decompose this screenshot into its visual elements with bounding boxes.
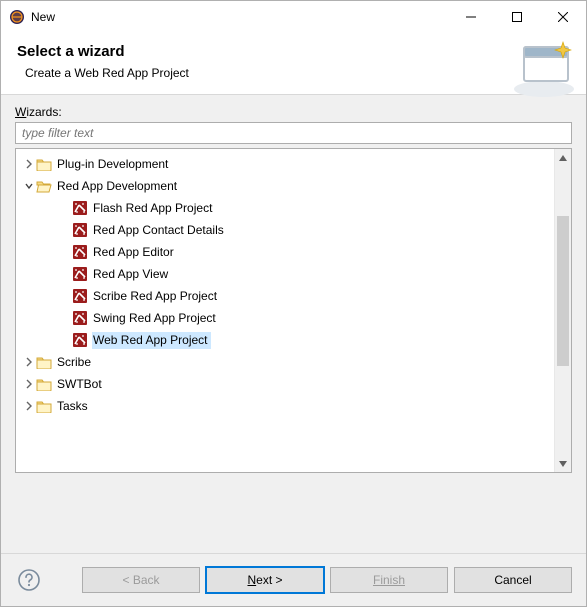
redapp-icon — [72, 288, 88, 304]
tree-item-label: Scribe — [56, 354, 94, 371]
filter-input[interactable] — [15, 122, 572, 144]
window-title: New — [31, 10, 448, 24]
chevron-right-icon[interactable] — [22, 355, 36, 369]
tree-item-label: Red App View — [92, 266, 171, 283]
tree-item-label: Red App Editor — [92, 244, 177, 261]
twisty-none — [58, 333, 72, 347]
titlebar: New — [1, 1, 586, 33]
redapp-icon — [72, 200, 88, 216]
twisty-none — [58, 201, 72, 215]
finish-button: Finish — [330, 567, 448, 593]
tree-item-label: Swing Red App Project — [92, 310, 219, 327]
tree-item-label: Scribe Red App Project — [92, 288, 220, 305]
twisty-none — [58, 267, 72, 281]
tree-item[interactable]: Web Red App Project — [16, 329, 554, 351]
twisty-none — [58, 311, 72, 325]
tree-item[interactable]: Red App Editor — [16, 241, 554, 263]
folder-icon — [36, 354, 52, 370]
header-panel: Select a wizard Create a Web Red App Pro… — [1, 33, 586, 95]
scrollbar-thumb[interactable] — [557, 216, 569, 366]
folder-icon — [36, 156, 52, 172]
wizards-label: Wizards: — [15, 105, 572, 119]
tree-item[interactable]: Tasks — [16, 395, 554, 417]
redapp-icon — [72, 332, 88, 348]
maximize-button[interactable] — [494, 2, 540, 32]
cancel-button[interactable]: Cancel — [454, 567, 572, 593]
folder-icon — [36, 376, 52, 392]
twisty-none — [58, 223, 72, 237]
tree-item[interactable]: Red App Development — [16, 175, 554, 197]
chevron-down-icon[interactable] — [22, 179, 36, 193]
redapp-icon — [72, 244, 88, 260]
wizard-banner-icon — [510, 39, 578, 99]
redapp-icon — [72, 222, 88, 238]
tree-item[interactable]: Flash Red App Project — [16, 197, 554, 219]
tree-item-label: Flash Red App Project — [92, 200, 215, 217]
header-title: Select a wizard — [17, 43, 570, 60]
help-button[interactable] — [15, 566, 43, 594]
redapp-icon — [72, 266, 88, 282]
tree-item-label: Tasks — [56, 398, 91, 415]
tree-item-label: SWTBot — [56, 376, 105, 393]
tree-item[interactable]: Plug-in Development — [16, 153, 554, 175]
chevron-right-icon[interactable] — [22, 377, 36, 391]
close-button[interactable] — [540, 2, 586, 32]
tree-item-label: Red App Contact Details — [92, 222, 227, 239]
redapp-icon — [72, 310, 88, 326]
header-description: Create a Web Red App Project — [25, 66, 570, 80]
button-bar: < Back Next > Finish Cancel — [1, 553, 586, 606]
tree-item[interactable]: Red App View — [16, 263, 554, 285]
minimize-button[interactable] — [448, 2, 494, 32]
chevron-right-icon[interactable] — [22, 399, 36, 413]
dialog-window: New Select a wizard Create a Web Red App… — [0, 0, 587, 607]
twisty-none — [58, 289, 72, 303]
back-button: < Back — [82, 567, 200, 593]
tree-container: Plug-in Development Red App Development Fl… — [15, 148, 572, 473]
tree-item-label: Web Red App Project — [92, 332, 211, 349]
tree-item-label: Red App Development — [56, 178, 180, 195]
scrollbar-down-icon[interactable] — [555, 455, 571, 472]
eclipse-icon — [9, 9, 25, 25]
scrollbar-up-icon[interactable] — [555, 149, 571, 166]
tree-item-label: Plug-in Development — [56, 156, 171, 173]
next-button[interactable]: Next > — [206, 567, 324, 593]
tree-item[interactable]: Red App Contact Details — [16, 219, 554, 241]
folder-icon — [36, 398, 52, 414]
window-buttons — [448, 2, 586, 32]
wizard-tree[interactable]: Plug-in Development Red App Development Fl… — [16, 149, 554, 472]
content-panel: Wizards: Plug-in Development Red App Deve… — [1, 95, 586, 553]
tree-item[interactable]: SWTBot — [16, 373, 554, 395]
tree-item[interactable]: Scribe Red App Project — [16, 285, 554, 307]
tree-item[interactable]: Swing Red App Project — [16, 307, 554, 329]
twisty-none — [58, 245, 72, 259]
tree-item[interactable]: Scribe — [16, 351, 554, 373]
folder-icon — [36, 178, 52, 194]
chevron-right-icon[interactable] — [22, 157, 36, 171]
scrollbar-vertical[interactable] — [554, 149, 571, 472]
